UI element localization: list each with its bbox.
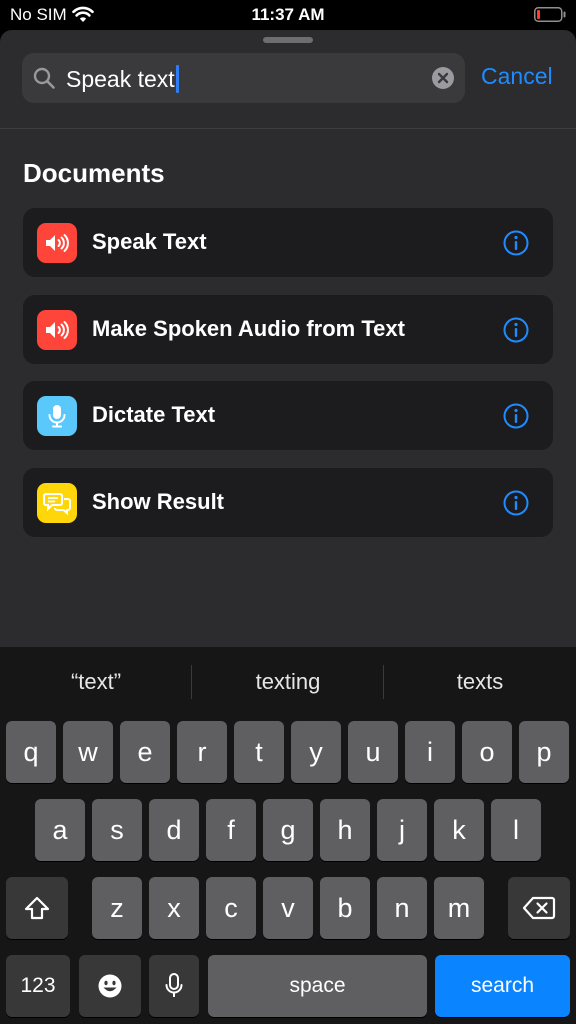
info-icon[interactable] [503, 490, 529, 516]
action-show-result[interactable]: Show Result [23, 468, 553, 537]
action-search-sheet: Speak text Cancel Documents Speak Text M… [0, 30, 576, 650]
sheet-grabber[interactable] [263, 37, 313, 43]
key-z[interactable]: z [92, 877, 142, 939]
text-caret [175, 65, 179, 93]
divider [0, 128, 576, 129]
key-i[interactable]: i [405, 721, 455, 783]
search-query: Speak text [66, 65, 175, 92]
key-g[interactable]: g [263, 799, 313, 861]
shift-icon [24, 896, 50, 920]
key-s[interactable]: s [92, 799, 142, 861]
search-icon [33, 67, 55, 89]
key-l[interactable]: l [491, 799, 541, 861]
action-dictate-text[interactable]: Dictate Text [23, 381, 553, 450]
numbers-key[interactable]: 123 [6, 955, 70, 1017]
key-n[interactable]: n [377, 877, 427, 939]
search-field[interactable]: Speak text [22, 53, 465, 103]
dictation-key[interactable] [149, 955, 199, 1017]
key-h[interactable]: h [320, 799, 370, 861]
action-label: Speak Text [92, 229, 207, 254]
key-q[interactable]: q [6, 721, 56, 783]
key-c[interactable]: c [206, 877, 256, 939]
keyboard: “text” texting texts q w e r t y u i o p… [0, 647, 576, 1024]
speaker-icon [37, 310, 77, 350]
space-key[interactable]: space [208, 955, 427, 1017]
key-m[interactable]: m [434, 877, 484, 939]
delete-key[interactable] [508, 877, 570, 939]
suggestion-3[interactable]: texts [384, 669, 576, 695]
key-p[interactable]: p [519, 721, 569, 783]
emoji-icon [98, 974, 122, 998]
speaker-icon [37, 223, 77, 263]
key-y[interactable]: y [291, 721, 341, 783]
key-k[interactable]: k [434, 799, 484, 861]
key-v[interactable]: v [263, 877, 313, 939]
microphone-icon [165, 973, 183, 997]
speech-bubbles-icon [37, 483, 77, 523]
microphone-icon [37, 396, 77, 436]
shift-key[interactable] [6, 877, 68, 939]
key-o[interactable]: o [462, 721, 512, 783]
key-x[interactable]: x [149, 877, 199, 939]
emoji-key[interactable] [79, 955, 141, 1017]
key-b[interactable]: b [320, 877, 370, 939]
battery-icon [534, 7, 566, 22]
cancel-button[interactable]: Cancel [481, 63, 553, 90]
search-key[interactable]: search [435, 955, 570, 1017]
suggestion-bar: “text” texting texts [0, 647, 576, 717]
backspace-icon [522, 896, 556, 920]
key-f[interactable]: f [206, 799, 256, 861]
key-e[interactable]: e [120, 721, 170, 783]
info-icon[interactable] [503, 230, 529, 256]
key-r[interactable]: r [177, 721, 227, 783]
search-input[interactable]: Speak text [66, 65, 179, 93]
suggestion-2[interactable]: texting [192, 669, 384, 695]
action-label: Show Result [92, 489, 225, 514]
key-t[interactable]: t [234, 721, 284, 783]
key-j[interactable]: j [377, 799, 427, 861]
action-speak-text[interactable]: Speak Text [23, 208, 553, 277]
status-bar: No SIM 11:37 AM [0, 0, 576, 30]
action-label: Dictate Text [92, 402, 216, 427]
info-icon[interactable] [503, 317, 529, 343]
key-u[interactable]: u [348, 721, 398, 783]
clock: 11:37 AM [251, 5, 325, 24]
clear-icon[interactable] [431, 66, 455, 90]
key-w[interactable]: w [63, 721, 113, 783]
section-title: Documents [23, 158, 165, 188]
info-icon[interactable] [503, 403, 529, 429]
key-a[interactable]: a [35, 799, 85, 861]
action-make-spoken-audio[interactable]: Make Spoken Audio from Text [23, 295, 553, 364]
action-label: Make Spoken Audio from Text [92, 316, 405, 341]
key-d[interactable]: d [149, 799, 199, 861]
suggestion-1[interactable]: “text” [0, 669, 192, 695]
